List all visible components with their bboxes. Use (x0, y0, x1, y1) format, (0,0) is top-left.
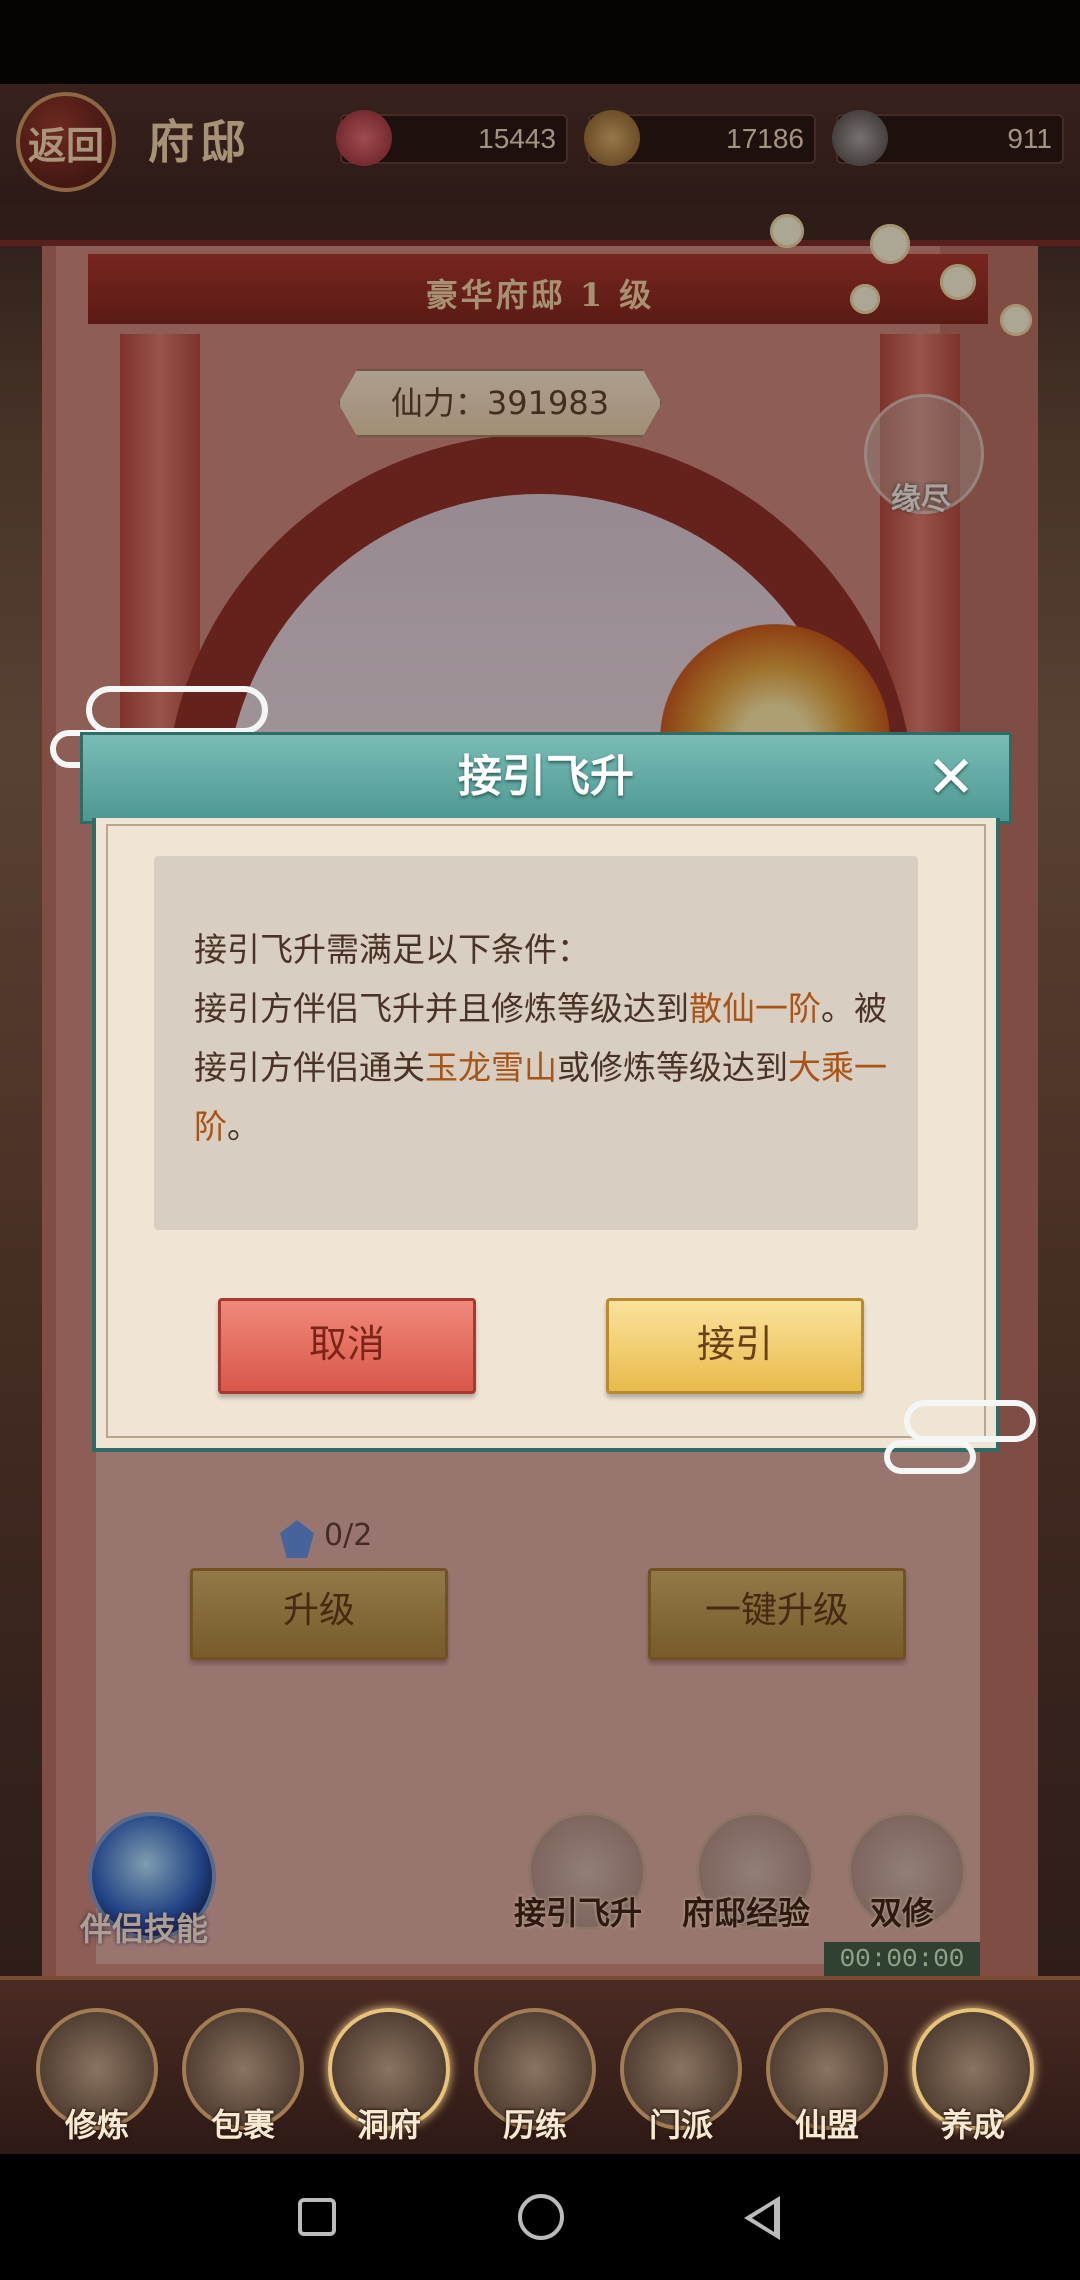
home-icon[interactable] (518, 2194, 564, 2240)
cloud-decoration-right (904, 1400, 1036, 1442)
dialog-header: 接引飞升 ✕ (80, 732, 1012, 824)
nav-sect-label[interactable]: 门派 (606, 2100, 756, 2146)
ascend-dialog: 接引飞升 ✕ 接引飞升需满足以下条件： 接引方伴侣飞升并且修炼等级达到散仙一阶。被… (80, 732, 1012, 1452)
nav-cave-label[interactable]: 洞府 (314, 2100, 464, 2146)
nav-cultivate-label[interactable]: 修炼 (22, 2100, 172, 2146)
conditions-line1: 接引飞升需满足以下条件： (194, 930, 590, 969)
recent-apps-icon[interactable] (298, 2198, 336, 2236)
cancel-button[interactable]: 取消 (218, 1298, 476, 1394)
conditions-part-c: 或修炼等级达到 (557, 1048, 788, 1087)
dialog-title: 接引飞升 (458, 751, 634, 802)
conditions-part-a: 接引方伴侣飞升并且修炼等级达到 (194, 989, 689, 1028)
cloud-decoration-right-2 (884, 1440, 976, 1474)
close-icon[interactable]: ✕ (921, 747, 981, 807)
bottom-nav: 修炼 包裹 洞府 历练 门派 仙盟 养成 (0, 1976, 1080, 2158)
condition-highlight-stage: 玉龙雪山 (425, 1048, 557, 1087)
nav-alliance-label[interactable]: 仙盟 (752, 2100, 902, 2146)
confirm-ascend-button[interactable]: 接引 (606, 1298, 864, 1394)
nav-bag-label[interactable]: 包裹 (168, 2100, 318, 2146)
nav-nurture-label[interactable]: 养成 (898, 2100, 1048, 2146)
back-icon[interactable] (744, 2196, 780, 2240)
system-nav-bar (0, 2154, 1080, 2280)
cloud-decoration-left (86, 686, 268, 734)
nav-training-label[interactable]: 历练 (460, 2100, 610, 2146)
conditions-text: 接引飞升需满足以下条件： 接引方伴侣飞升并且修炼等级达到散仙一阶。被接引方伴侣通关… (194, 920, 904, 1156)
conditions-box: 接引飞升需满足以下条件： 接引方伴侣飞升并且修炼等级达到散仙一阶。被接引方伴侣通关… (154, 856, 918, 1230)
conditions-part-d: 。 (227, 1107, 260, 1146)
condition-highlight-realm: 散仙一阶 (689, 989, 821, 1028)
